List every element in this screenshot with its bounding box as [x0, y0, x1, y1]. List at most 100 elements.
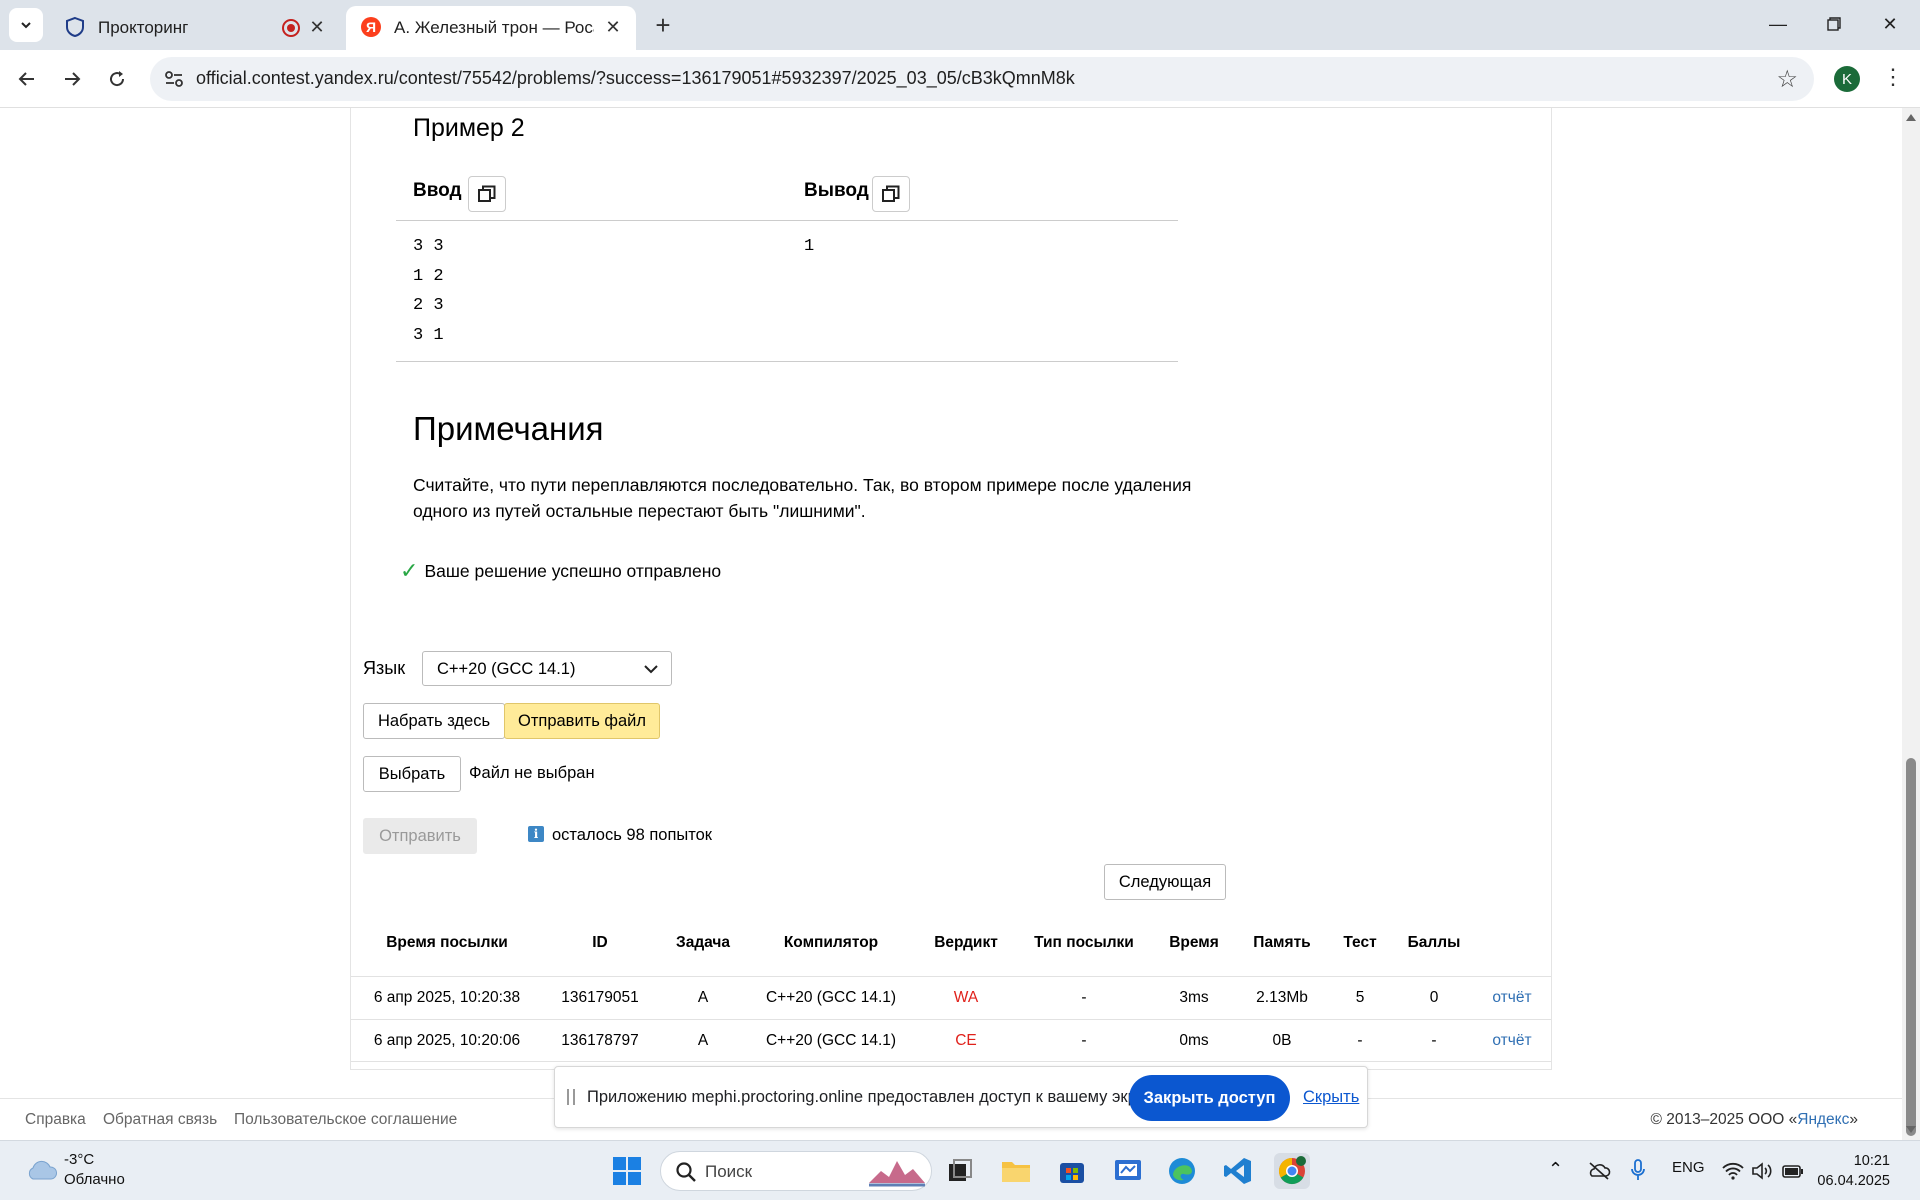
chrome-button[interactable] [1274, 1153, 1310, 1189]
store-button[interactable] [1054, 1153, 1090, 1189]
next-problem-button[interactable]: Следующая [1104, 864, 1226, 900]
page-scrollbar[interactable] [1902, 108, 1920, 1140]
sample-heading: Пример 2 [413, 114, 525, 142]
back-button[interactable] [10, 62, 44, 96]
restore-button[interactable] [1806, 0, 1862, 48]
language-select[interactable]: C++20 (GCC 14.1) [422, 651, 672, 686]
search-highlight-icon [869, 1161, 925, 1187]
choose-file-button[interactable]: Выбрать [363, 756, 461, 792]
task-view-icon [949, 1159, 972, 1181]
task-view-button[interactable] [942, 1153, 978, 1189]
copy-output-button[interactable] [872, 176, 910, 212]
page-viewport: Пример 2 Ввод Вывод 3 3 1 2 2 3 3 1 1 Пр… [0, 108, 1902, 1140]
cell-exec-time: 0ms [1179, 1032, 1209, 1049]
bookmark-star-icon[interactable]: ☆ [1776, 65, 1798, 94]
attempts-left: осталось 98 попыток [552, 826, 713, 844]
minimize-button[interactable]: — [1750, 0, 1806, 48]
col-header: Баллы [1407, 934, 1461, 951]
hide-link[interactable]: Скрыть [1303, 1088, 1359, 1107]
copyright: © 2013–2025 ООО «Яндекс» [1651, 1111, 1858, 1129]
microphone-icon[interactable] [1630, 1159, 1646, 1181]
cell-compiler: C++20 (GCC 14.1) [765, 1032, 897, 1049]
type-here-tab[interactable]: Набрать здесь [363, 703, 505, 739]
close-icon[interactable]: ✕ [304, 14, 330, 40]
tab-contest[interactable]: Я A. Железный трон — Росатом ✕ [346, 6, 636, 50]
col-header: ID [592, 934, 608, 951]
copyright-prefix: © 2013–2025 ООО « [1650, 1111, 1798, 1128]
new-tab-button[interactable]: + [648, 8, 678, 42]
profile-avatar[interactable]: K [1834, 66, 1860, 92]
clock-time: 10:21 [1853, 1153, 1890, 1169]
cell-verdict: WA [953, 989, 979, 1006]
tab-title: A. Железный трон — Росатом [394, 18, 594, 37]
info-icon: i [528, 826, 544, 842]
vscode-button[interactable] [1220, 1153, 1256, 1189]
onedrive-icon[interactable] [1587, 1161, 1611, 1181]
cell-type: - [1081, 989, 1087, 1006]
close-window-button[interactable]: ✕ [1862, 0, 1918, 48]
input-language[interactable]: ENG [1672, 1159, 1705, 1176]
output-label: Вывод [804, 180, 869, 201]
sample-output: 1 [804, 237, 815, 256]
taskbar-search[interactable]: Поиск [660, 1151, 932, 1191]
cell-memory: 2.13Mb [1256, 989, 1308, 1006]
forward-button[interactable] [55, 62, 89, 96]
file-status: Файл не выбран [469, 764, 595, 782]
site-settings-icon[interactable] [162, 67, 186, 91]
scroll-up-arrow[interactable] [1906, 114, 1916, 121]
footer-link-feedback[interactable]: Обратная связь [103, 1111, 217, 1129]
col-header: Время посылки [386, 934, 508, 951]
chevron-down-icon [644, 665, 658, 674]
cell-id: 136179051 [561, 989, 639, 1006]
vscode-icon [1224, 1158, 1251, 1184]
send-file-tab[interactable]: Отправить файл [504, 703, 660, 739]
footer-link-help[interactable]: Справка [25, 1111, 86, 1129]
system-clock[interactable]: 10:21 06.04.2025 [1817, 1151, 1890, 1191]
submit-button[interactable]: Отправить [363, 818, 477, 854]
arrow-right-icon [65, 72, 81, 86]
reload-button[interactable] [100, 62, 134, 96]
success-message: ✓ Ваше решение успешно отправлено [400, 558, 721, 584]
weather-temp: -3°C [64, 1151, 95, 1168]
report-link[interactable]: отчёт [1492, 989, 1531, 1007]
app-icon [1115, 1160, 1141, 1180]
problem-panel [350, 108, 1552, 1070]
sample-input: 3 3 1 2 2 3 3 1 [413, 237, 444, 345]
success-text: Ваше решение успешно отправлено [424, 560, 722, 581]
tray-overflow-icon[interactable]: ⌃ [1548, 1159, 1563, 1180]
yandex-icon: Я [361, 17, 381, 37]
drag-handle[interactable] [567, 1089, 575, 1105]
footer-link-terms[interactable]: Пользовательское соглашение [234, 1111, 457, 1129]
scrollbar-thumb[interactable] [1906, 758, 1916, 1136]
tab-search-button[interactable] [9, 8, 43, 42]
shield-icon [66, 16, 84, 38]
copy-input-button[interactable] [468, 176, 506, 212]
app-button[interactable] [1110, 1153, 1146, 1189]
browser-toolbar: official.contest.yandex.ru/contest/75542… [0, 50, 1920, 108]
edge-button[interactable] [1164, 1153, 1200, 1189]
checkmark-icon: ✓ [400, 558, 419, 583]
start-button[interactable] [609, 1153, 645, 1189]
cell-score: - [1431, 1032, 1437, 1049]
more-menu-icon[interactable]: ⋮ [1882, 64, 1904, 90]
cell-score: 0 [1429, 989, 1439, 1006]
screen-share-bar: Приложению mephi.proctoring.online предо… [554, 1066, 1368, 1128]
address-bar[interactable]: official.contest.yandex.ru/contest/75542… [150, 57, 1814, 101]
stop-sharing-button[interactable]: Закрыть доступ [1129, 1075, 1290, 1121]
battery-icon[interactable] [1782, 1163, 1804, 1179]
cell-time: 6 апр 2025, 10:20:38 [373, 989, 521, 1006]
scroll-down-arrow[interactable] [1906, 1126, 1916, 1133]
copy-icon [478, 185, 496, 202]
col-header: Задача [675, 934, 731, 951]
search-placeholder: Поиск [705, 1162, 753, 1181]
copy-icon [882, 185, 900, 202]
wifi-icon[interactable] [1722, 1162, 1744, 1180]
cell-test: - [1357, 1032, 1363, 1049]
close-icon[interactable]: ✕ [600, 14, 626, 40]
store-icon [1060, 1163, 1084, 1183]
volume-icon[interactable] [1752, 1162, 1774, 1180]
yandex-link[interactable]: Яндекс [1797, 1111, 1849, 1128]
tab-proctoring[interactable]: Прокторинг ✕ [50, 6, 340, 50]
report-link[interactable]: отчёт [1492, 1032, 1531, 1050]
file-explorer-button[interactable] [998, 1153, 1034, 1189]
